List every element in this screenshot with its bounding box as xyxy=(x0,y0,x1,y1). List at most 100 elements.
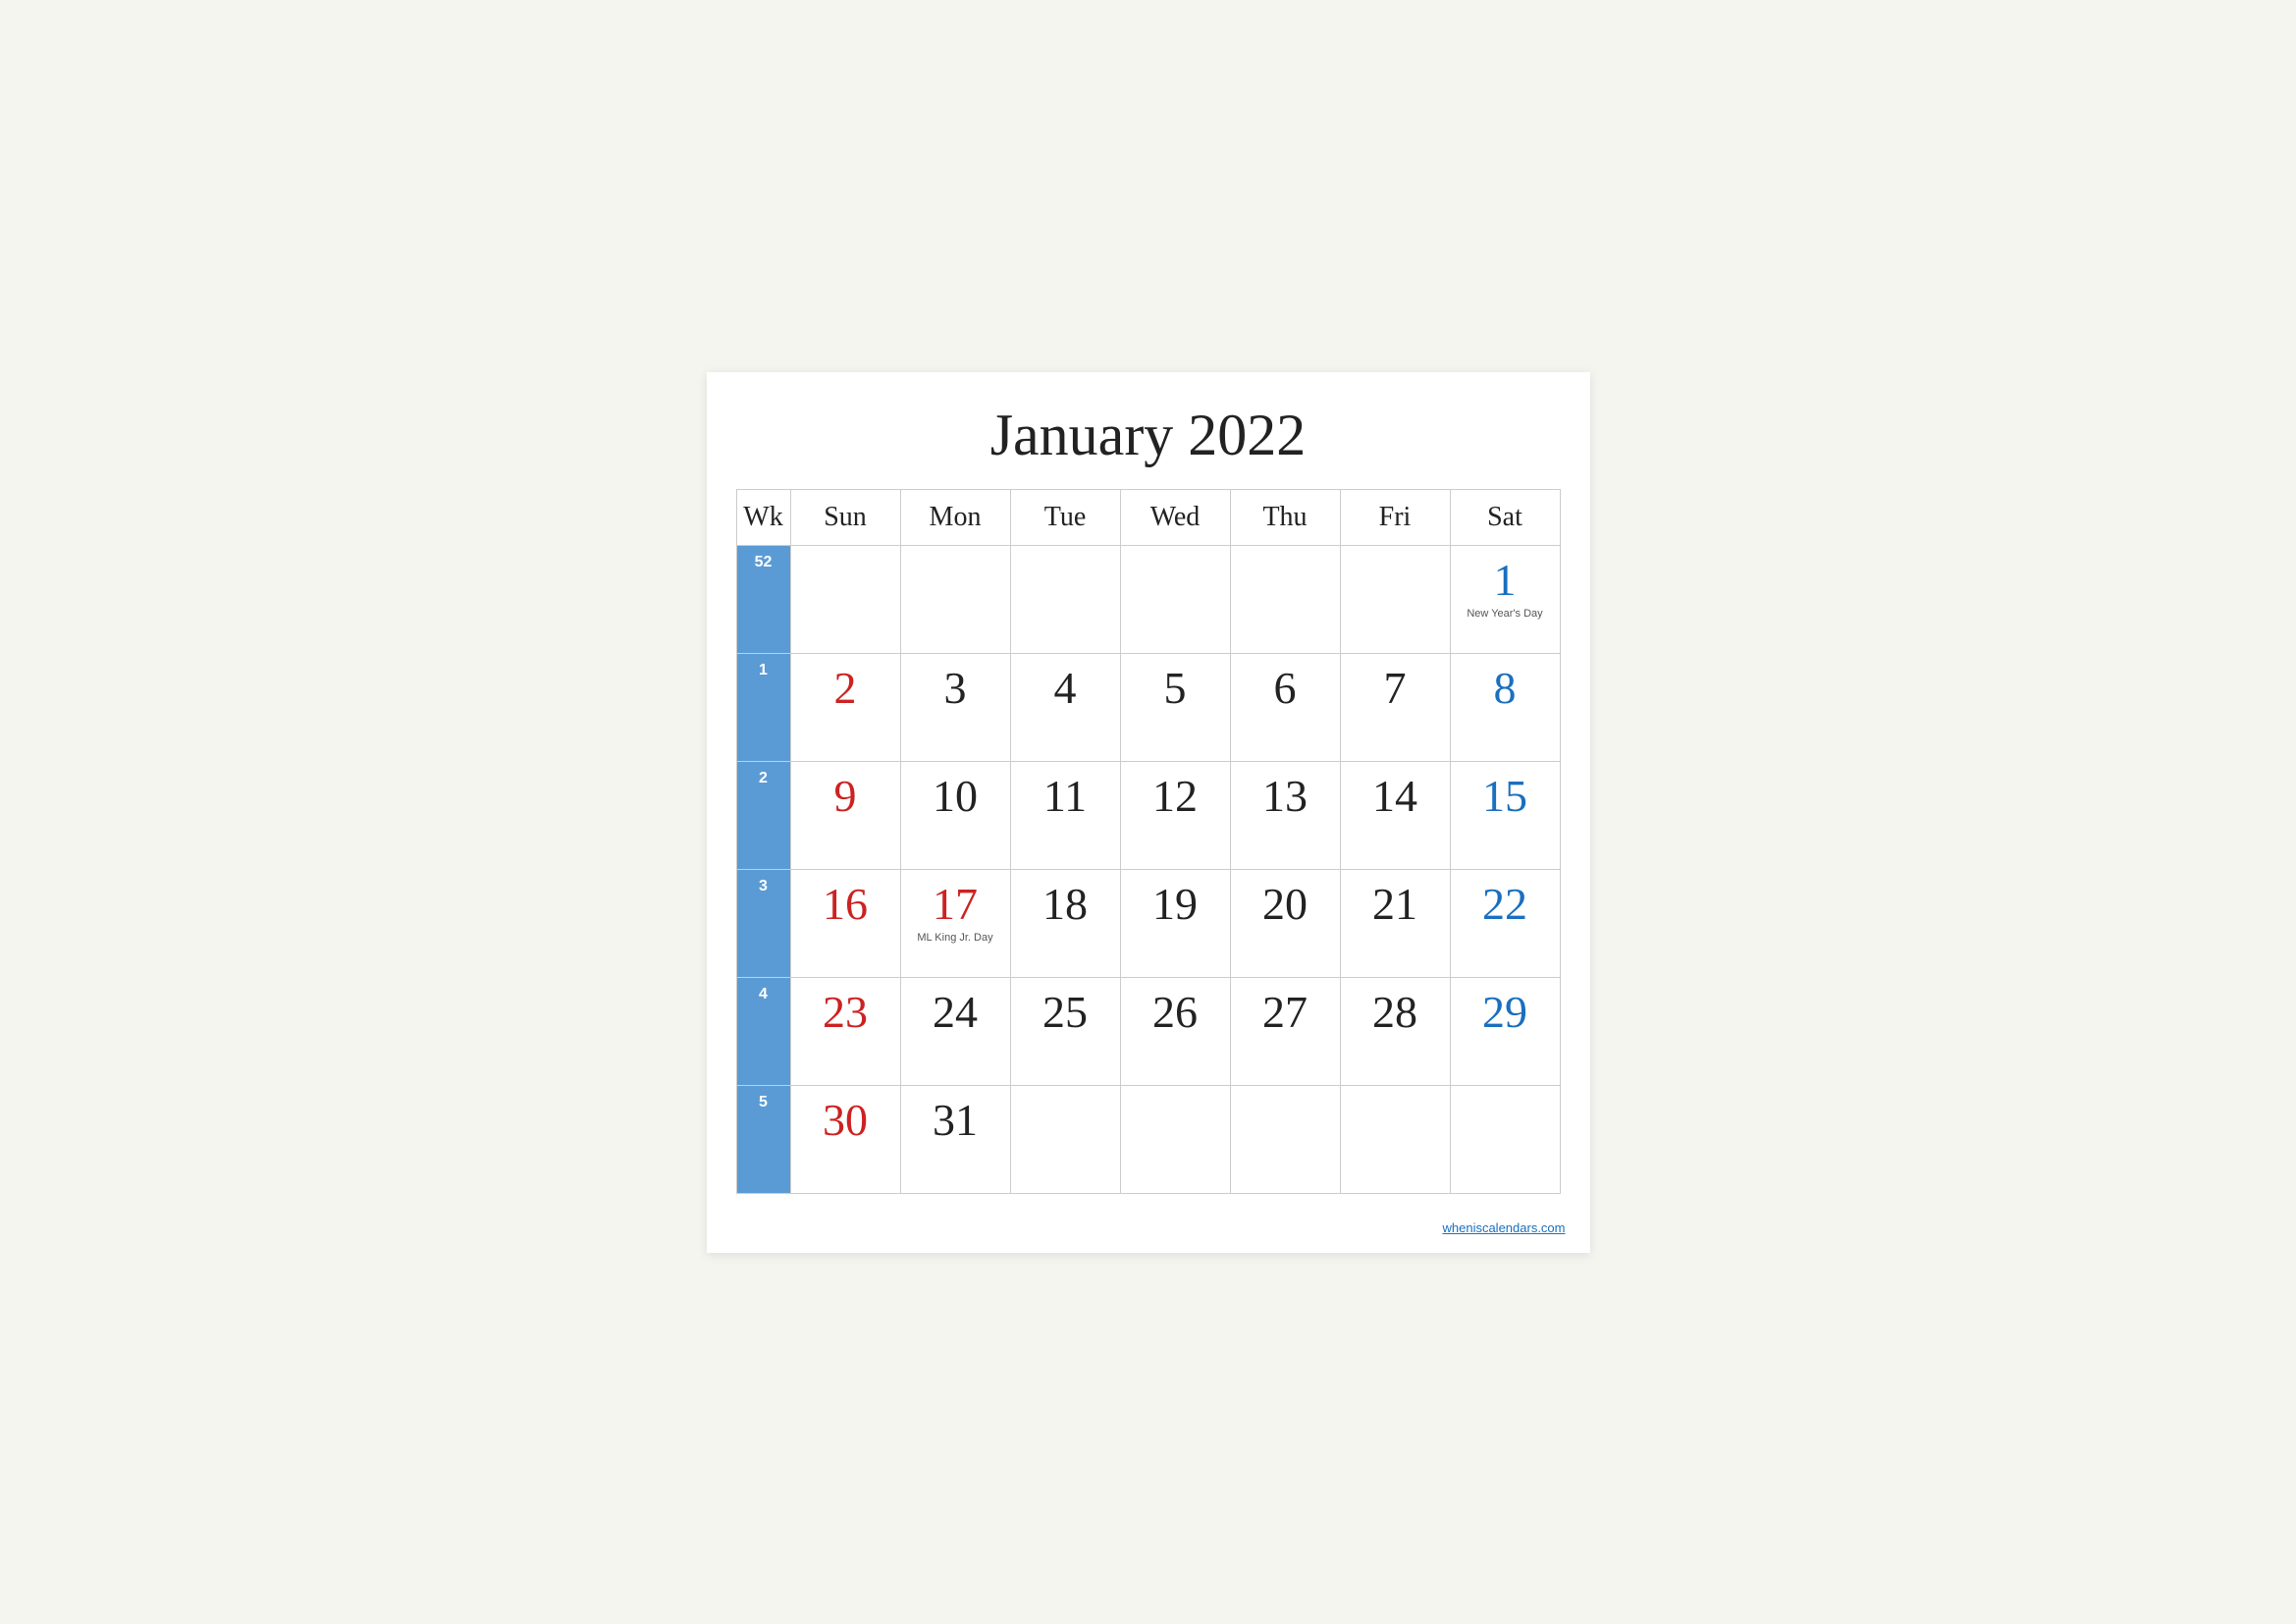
header-row: Wk Sun Mon Tue Wed Thu Fri Sat xyxy=(736,489,1560,545)
day-cell: 21 xyxy=(1340,869,1450,977)
sun-header: Sun xyxy=(790,489,900,545)
tue-header: Tue xyxy=(1010,489,1120,545)
day-number: 16 xyxy=(797,878,894,930)
day-number: 21 xyxy=(1347,878,1444,930)
holiday-label: New Year's Day xyxy=(1457,608,1554,621)
day-cell xyxy=(1230,1085,1340,1193)
week-number: 52 xyxy=(736,545,790,653)
week-row: 52 1 New Year's Day xyxy=(736,545,1560,653)
day-cell: 4 xyxy=(1010,653,1120,761)
day-cell: 20 xyxy=(1230,869,1340,977)
sat-header: Sat xyxy=(1450,489,1560,545)
day-number: 26 xyxy=(1127,986,1224,1038)
day-cell xyxy=(1230,545,1340,653)
day-cell: 26 xyxy=(1120,977,1230,1085)
day-cell: 13 xyxy=(1230,761,1340,869)
week-header: Wk xyxy=(736,489,790,545)
day-cell: 28 xyxy=(1340,977,1450,1085)
day-cell: 7 xyxy=(1340,653,1450,761)
week-number: 1 xyxy=(736,653,790,761)
day-cell xyxy=(1450,1085,1560,1193)
day-number: 24 xyxy=(907,986,1004,1038)
day-cell: 3 xyxy=(900,653,1010,761)
day-number: 25 xyxy=(1017,986,1114,1038)
week-number: 3 xyxy=(736,869,790,977)
day-cell: 19 xyxy=(1120,869,1230,977)
thu-header: Thu xyxy=(1230,489,1340,545)
week-row: 12345678 xyxy=(736,653,1560,761)
week-row: 423242526272829 xyxy=(736,977,1560,1085)
day-cell: 16 xyxy=(790,869,900,977)
day-number: 8 xyxy=(1457,662,1554,714)
day-number: 7 xyxy=(1347,662,1444,714)
day-cell: 15 xyxy=(1450,761,1560,869)
day-number: 3 xyxy=(907,662,1004,714)
day-cell: 29 xyxy=(1450,977,1560,1085)
day-number: 20 xyxy=(1237,878,1334,930)
watermark-link[interactable]: wheniscalendars.com xyxy=(1442,1220,1565,1235)
week-row: 53031 xyxy=(736,1085,1560,1193)
day-cell: 12 xyxy=(1120,761,1230,869)
day-cell: 14 xyxy=(1340,761,1450,869)
holiday-label: ML King Jr. Day xyxy=(907,932,1004,945)
calendar-body: 521New Year's Day12345678291011121314153… xyxy=(736,545,1560,1193)
day-number: 6 xyxy=(1237,662,1334,714)
day-number: 9 xyxy=(797,770,894,822)
day-cell xyxy=(1120,545,1230,653)
day-cell: 6 xyxy=(1230,653,1340,761)
day-number: 18 xyxy=(1017,878,1114,930)
day-number: 2 xyxy=(797,662,894,714)
day-cell: 11 xyxy=(1010,761,1120,869)
day-number: 15 xyxy=(1457,770,1554,822)
day-number: 14 xyxy=(1347,770,1444,822)
day-cell: 30 xyxy=(790,1085,900,1193)
day-number: 27 xyxy=(1237,986,1334,1038)
day-cell xyxy=(790,545,900,653)
week-number: 4 xyxy=(736,977,790,1085)
day-cell xyxy=(1340,545,1450,653)
day-cell: 2 xyxy=(790,653,900,761)
day-cell: 31 xyxy=(900,1085,1010,1193)
day-number: 23 xyxy=(797,986,894,1038)
day-cell: 8 xyxy=(1450,653,1560,761)
day-cell: 10 xyxy=(900,761,1010,869)
day-cell xyxy=(1010,1085,1120,1193)
calendar-title: January 2022 xyxy=(736,402,1561,469)
day-cell xyxy=(1340,1085,1450,1193)
day-number: 12 xyxy=(1127,770,1224,822)
day-cell: 1 New Year's Day xyxy=(1450,545,1560,653)
day-number: 1 xyxy=(1457,554,1554,606)
day-cell: 27 xyxy=(1230,977,1340,1085)
day-number: 11 xyxy=(1017,770,1114,822)
day-number: 19 xyxy=(1127,878,1224,930)
day-cell: 9 xyxy=(790,761,900,869)
day-number: 13 xyxy=(1237,770,1334,822)
day-number: 10 xyxy=(907,770,1004,822)
calendar-container: January 2022 Wk Sun Mon Tue Wed Thu Fri … xyxy=(707,372,1590,1253)
day-number: 22 xyxy=(1457,878,1554,930)
week-number: 5 xyxy=(736,1085,790,1193)
day-cell: 23 xyxy=(790,977,900,1085)
day-cell xyxy=(1120,1085,1230,1193)
mon-header: Mon xyxy=(900,489,1010,545)
fri-header: Fri xyxy=(1340,489,1450,545)
calendar-table: Wk Sun Mon Tue Wed Thu Fri Sat 521New Ye… xyxy=(736,489,1561,1194)
day-number: 5 xyxy=(1127,662,1224,714)
day-number: 17 xyxy=(907,878,1004,930)
day-cell: 24 xyxy=(900,977,1010,1085)
week-row: 29101112131415 xyxy=(736,761,1560,869)
day-number: 28 xyxy=(1347,986,1444,1038)
week-row: 31617 ML King Jr. Day 1819202122 xyxy=(736,869,1560,977)
day-cell: 22 xyxy=(1450,869,1560,977)
day-number: 4 xyxy=(1017,662,1114,714)
day-cell xyxy=(900,545,1010,653)
day-cell: 18 xyxy=(1010,869,1120,977)
wed-header: Wed xyxy=(1120,489,1230,545)
day-cell xyxy=(1010,545,1120,653)
watermark[interactable]: wheniscalendars.com xyxy=(1442,1220,1565,1235)
day-cell: 17 ML King Jr. Day xyxy=(900,869,1010,977)
day-number: 30 xyxy=(797,1094,894,1146)
day-number: 31 xyxy=(907,1094,1004,1146)
day-cell: 5 xyxy=(1120,653,1230,761)
day-number: 29 xyxy=(1457,986,1554,1038)
